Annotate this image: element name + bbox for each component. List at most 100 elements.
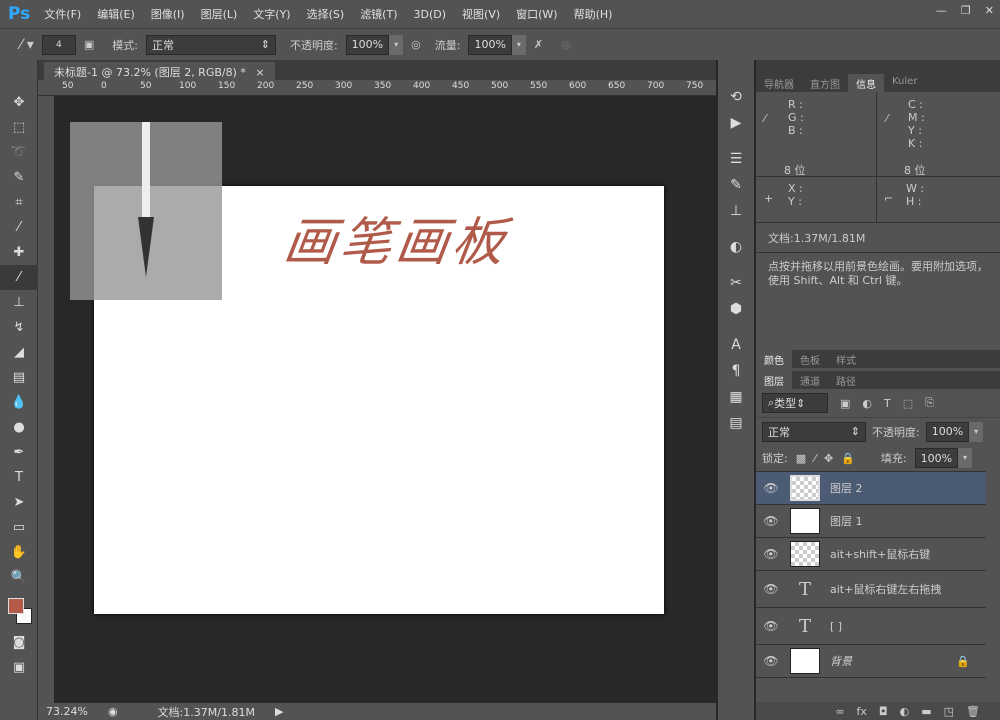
type-tool-icon[interactable]: T bbox=[0, 465, 38, 490]
tab-swatches[interactable]: 色板 bbox=[792, 350, 828, 368]
screen-mode-icon[interactable]: ▣ bbox=[0, 655, 38, 680]
history-brush-tool-icon[interactable]: ↯ bbox=[0, 315, 38, 340]
menu-3d[interactable]: 3D(D) bbox=[414, 8, 447, 21]
tab-close-icon[interactable]: × bbox=[255, 66, 264, 79]
clone-source-icon[interactable]: ⊥ bbox=[718, 198, 754, 224]
lock-all-icon[interactable]: 🔒 bbox=[841, 452, 855, 465]
layer-row[interactable]: 👁 图层 1 bbox=[756, 505, 986, 538]
brush-tool-icon[interactable]: ⁄ bbox=[0, 265, 38, 290]
notes-icon[interactable]: ▤ bbox=[718, 410, 754, 436]
eyedropper-tool-icon[interactable]: ⁄ bbox=[0, 215, 38, 240]
zoom-tool-icon[interactable]: 🔍 bbox=[0, 565, 38, 590]
layer-row[interactable]: 👁 ait+shift+鼠标右键 bbox=[756, 538, 986, 571]
filter-shape-icon[interactable]: ⬚ bbox=[903, 397, 913, 410]
link-layers-icon[interactable]: ∞ bbox=[835, 705, 844, 718]
menu-help[interactable]: 帮助(H) bbox=[574, 6, 613, 22]
visibility-eye-icon[interactable]: 👁 bbox=[756, 514, 786, 528]
tab-color[interactable]: 颜色 bbox=[756, 350, 792, 368]
blend-mode-select[interactable]: 正常 ⇕ bbox=[762, 421, 866, 442]
tab-paths[interactable]: 路径 bbox=[828, 371, 864, 389]
adjustment-layer-icon[interactable]: ◐ bbox=[900, 705, 910, 718]
filter-type-icon[interactable]: T bbox=[884, 397, 891, 410]
crop-tool-icon[interactable]: ⌗ bbox=[0, 190, 38, 215]
new-group-icon[interactable]: ▬ bbox=[921, 705, 931, 718]
actions-icon[interactable]: ▶ bbox=[718, 110, 754, 136]
minimize-icon[interactable]: — bbox=[936, 4, 947, 17]
layer-filter-select[interactable]: ⌕ 类型 ⇕ bbox=[762, 393, 828, 413]
move-tool-icon[interactable]: ✥ bbox=[0, 90, 38, 115]
visibility-eye-icon[interactable]: 👁 bbox=[756, 547, 786, 561]
menu-image[interactable]: 图像(I) bbox=[151, 6, 185, 22]
properties-icon[interactable]: ▦ bbox=[718, 384, 754, 410]
adjustments-icon[interactable]: ◐ bbox=[718, 234, 754, 260]
fill-input[interactable]: 100% bbox=[914, 448, 959, 468]
paragraph-icon[interactable]: ¶ bbox=[718, 358, 754, 384]
tab-navigator[interactable]: 导航器 bbox=[756, 74, 802, 92]
lock-pixels-icon[interactable]: ⁄ bbox=[814, 452, 816, 465]
tab-kuler[interactable]: Kuler bbox=[884, 74, 925, 92]
tab-layers[interactable]: 图层 bbox=[756, 371, 792, 389]
visibility-eye-icon[interactable]: 👁 bbox=[756, 481, 786, 495]
status-icon[interactable]: ◉ bbox=[108, 705, 118, 718]
layer-row[interactable]: 👁 图层 2 bbox=[756, 472, 986, 505]
tab-channels[interactable]: 通道 bbox=[792, 371, 828, 389]
character-icon[interactable]: A bbox=[718, 332, 754, 358]
layer-opacity-dropdown[interactable]: ▾ bbox=[969, 421, 984, 442]
shape-tool-icon[interactable]: ▭ bbox=[0, 515, 38, 540]
menu-window[interactable]: 窗口(W) bbox=[516, 6, 557, 22]
brush-presets-icon[interactable]: ☰ bbox=[718, 146, 754, 172]
filter-smart-icon[interactable]: ⎘ bbox=[925, 396, 934, 410]
tool-presets-icon[interactable]: ✂ bbox=[718, 270, 754, 296]
restore-icon[interactable]: ❐ bbox=[961, 4, 971, 17]
visibility-eye-icon[interactable]: 👁 bbox=[756, 654, 786, 668]
menu-view[interactable]: 视图(V) bbox=[462, 6, 500, 22]
menu-type[interactable]: 文字(Y) bbox=[253, 6, 290, 22]
tab-info[interactable]: 信息 bbox=[848, 74, 884, 92]
status-menu-arrow-icon[interactable]: ▶ bbox=[275, 705, 283, 718]
blur-tool-icon[interactable]: 💧 bbox=[0, 390, 38, 415]
brush-preset-picker[interactable]: 4 bbox=[41, 34, 76, 55]
dodge-tool-icon[interactable]: ● bbox=[0, 415, 38, 440]
layer-row[interactable]: 👁 背景 🔒 bbox=[756, 645, 986, 678]
tab-styles[interactable]: 样式 bbox=[828, 350, 864, 368]
healing-tool-icon[interactable]: ✚ bbox=[0, 240, 38, 265]
layer-opacity-input[interactable]: 100% bbox=[925, 421, 970, 442]
eraser-tool-icon[interactable]: ◢ bbox=[0, 340, 38, 365]
filter-pixel-icon[interactable]: ▣ bbox=[840, 397, 850, 410]
lock-transparent-icon[interactable]: ▩ bbox=[796, 452, 806, 465]
stamp-tool-icon[interactable]: ⊥ bbox=[0, 290, 38, 315]
mode-select[interactable]: 正常 ⇕ bbox=[145, 34, 276, 55]
foreground-color-swatch[interactable] bbox=[8, 598, 24, 614]
trash-icon[interactable]: 🗑 bbox=[966, 705, 980, 718]
brush-icon[interactable]: ✎ bbox=[718, 172, 754, 198]
flow-input[interactable]: 100% bbox=[468, 34, 512, 55]
menu-select[interactable]: 选择(S) bbox=[307, 6, 345, 22]
opacity-input[interactable]: 100% bbox=[345, 34, 390, 55]
quick-mask-icon[interactable]: ◙ bbox=[0, 630, 38, 655]
menu-file[interactable]: 文件(F) bbox=[44, 6, 81, 22]
pen-tool-icon[interactable]: ✒ bbox=[0, 440, 38, 465]
pressure-opacity-icon[interactable]: ◎ bbox=[411, 38, 421, 51]
close-icon[interactable]: ✕ bbox=[985, 4, 994, 17]
menu-filter[interactable]: 滤镜(T) bbox=[360, 6, 397, 22]
layer-row[interactable]: 👁 T [ ] bbox=[756, 608, 986, 645]
visibility-eye-icon[interactable]: 👁 bbox=[756, 582, 786, 596]
history-icon[interactable]: ⟲ bbox=[718, 84, 754, 110]
3d-icon[interactable]: ⬢ bbox=[718, 296, 754, 322]
filter-adjust-icon[interactable]: ◐ bbox=[862, 397, 872, 410]
marquee-tool-icon[interactable]: ⬚ bbox=[0, 115, 38, 140]
flow-dropdown[interactable]: ▾ bbox=[511, 34, 526, 55]
airbrush-icon[interactable]: ✗ bbox=[534, 38, 543, 51]
brush-tool-icon[interactable]: ⁄ ▾ bbox=[20, 37, 34, 53]
tab-histogram[interactable]: 直方图 bbox=[802, 74, 848, 92]
menu-edit[interactable]: 编辑(E) bbox=[97, 6, 135, 22]
new-layer-icon[interactable]: ◳ bbox=[944, 705, 954, 718]
layer-row[interactable]: 👁 Tait+鼠标右键左右拖拽 bbox=[756, 571, 986, 608]
opacity-dropdown[interactable]: ▾ bbox=[389, 34, 404, 55]
brush-panel-icon[interactable]: ▣ bbox=[84, 38, 94, 51]
lasso-tool-icon[interactable]: ➰ bbox=[0, 140, 38, 165]
pressure-size-icon[interactable]: ◎ bbox=[561, 38, 571, 51]
path-select-tool-icon[interactable]: ➤ bbox=[0, 490, 38, 515]
lock-position-icon[interactable]: ✥ bbox=[824, 452, 833, 465]
fill-dropdown[interactable]: ▾ bbox=[958, 448, 973, 468]
